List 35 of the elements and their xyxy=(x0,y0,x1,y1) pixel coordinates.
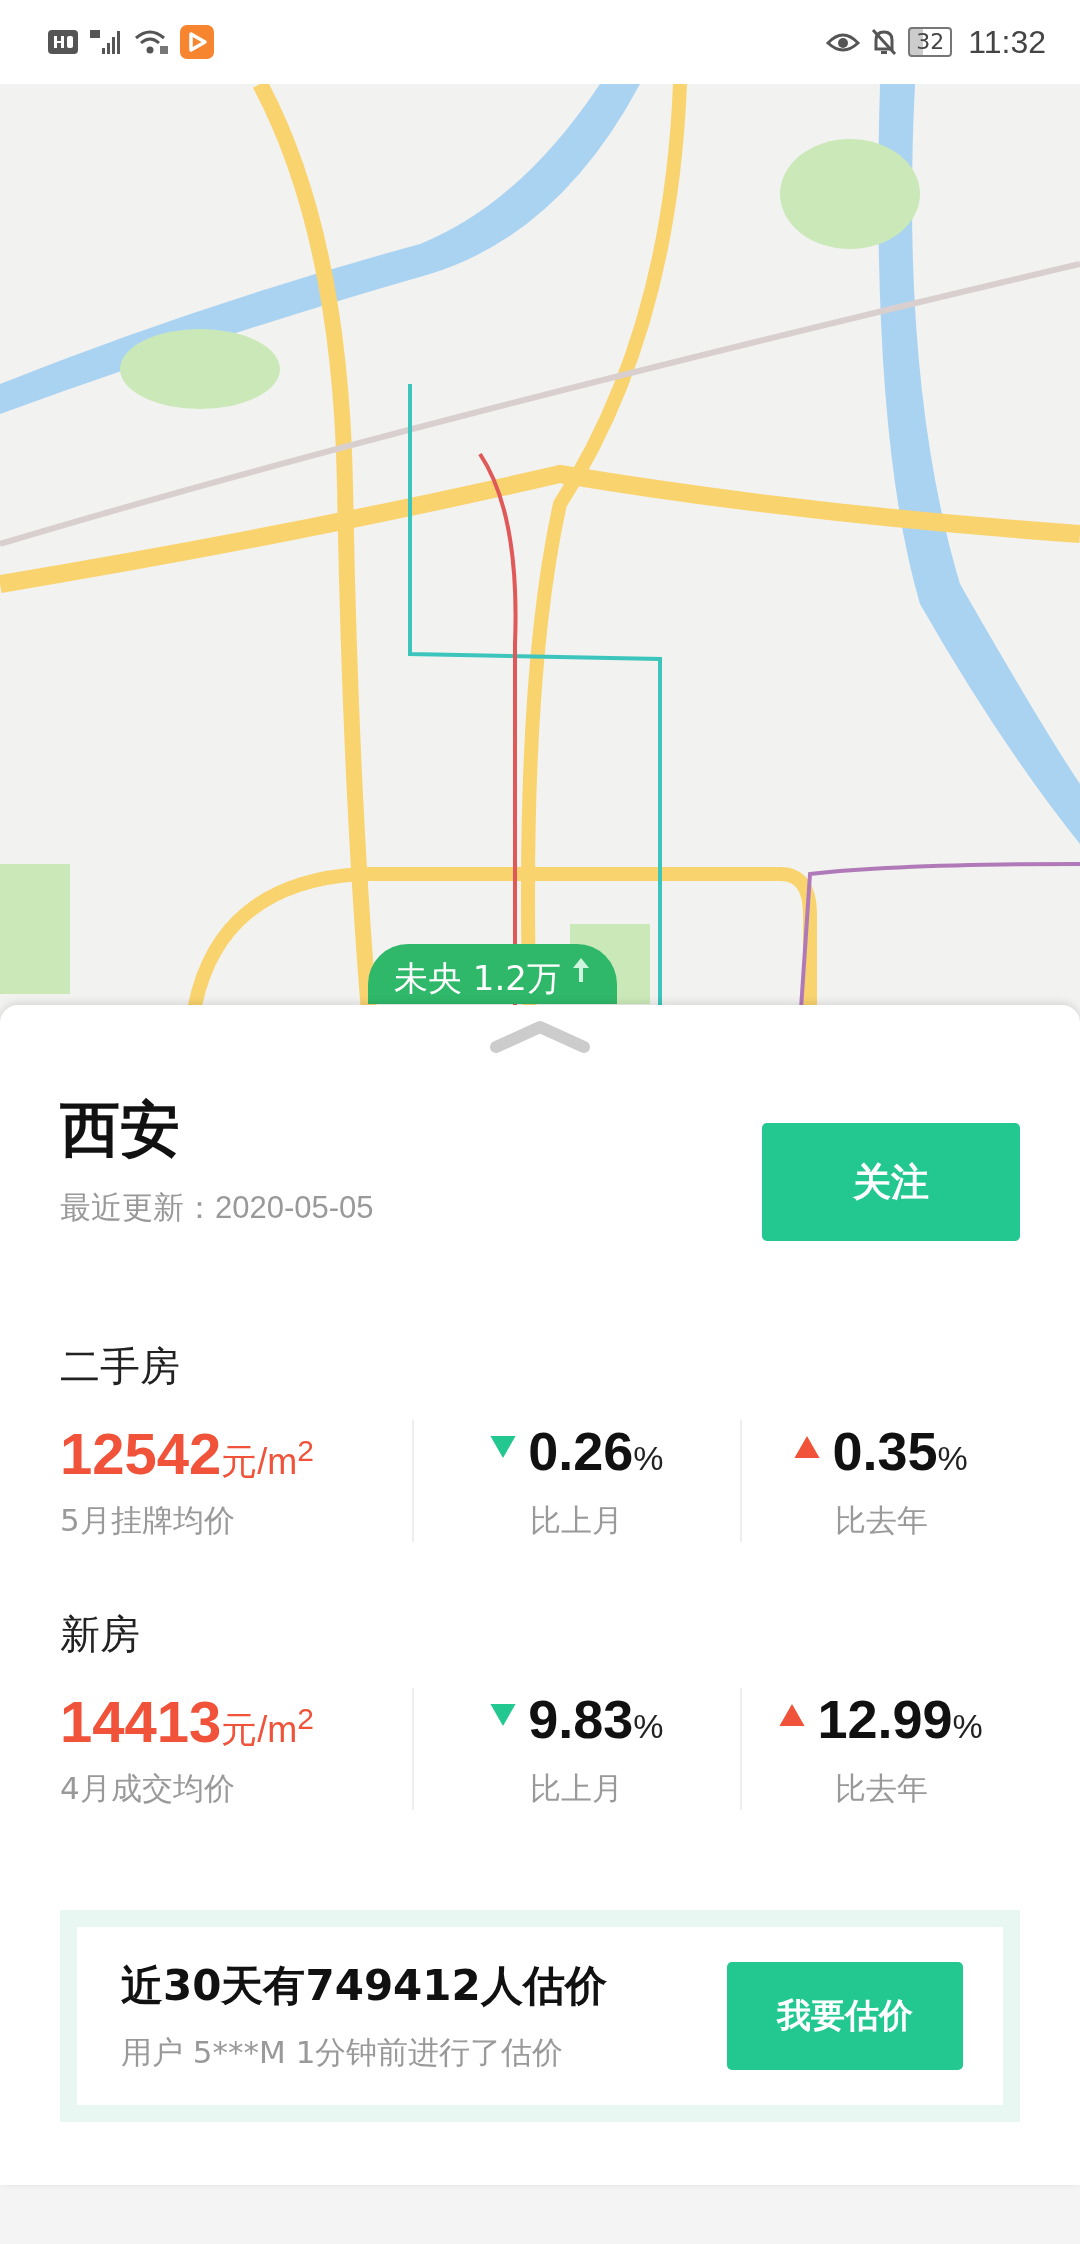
change-label: 比上月 xyxy=(530,1501,624,1540)
change-label: 比去年 xyxy=(834,1501,928,1540)
promo-subtext: 用户 5***M 1分钟前进行了估价 xyxy=(121,2033,565,2072)
handle-icon[interactable] xyxy=(488,1019,592,1053)
change-value: 12.99 xyxy=(817,1688,953,1750)
percent-sign: % xyxy=(633,1707,664,1746)
update-date: 最近更新：2020-05-05 xyxy=(60,1189,374,1227)
price-unit: 元/m$^{2}$ xyxy=(221,1702,314,1752)
change-value: 0.26 xyxy=(528,1420,634,1482)
percent-sign: % xyxy=(633,1439,664,1478)
section-title: 二手房 xyxy=(60,1342,181,1391)
arrow-up-icon xyxy=(570,956,591,982)
percent-sign: % xyxy=(937,1439,968,1478)
clock-time: 11:32 xyxy=(968,23,1046,61)
change-value: 0.35 xyxy=(832,1420,938,1482)
change-label: 比上月 xyxy=(530,1769,624,1808)
hd-icon xyxy=(48,30,78,54)
section-title: 新房 xyxy=(60,1610,141,1659)
average-price: 14413 xyxy=(60,1688,222,1755)
promo-headline: 近30天有749412人估价 xyxy=(121,1960,607,2012)
battery-indicator: 32 xyxy=(908,27,953,57)
wifi-icon xyxy=(134,28,170,56)
price-label: 5月挂牌均价 xyxy=(60,1501,236,1540)
bell-off-icon xyxy=(870,27,899,57)
change-label: 比去年 xyxy=(834,1769,928,1808)
percent-sign: % xyxy=(952,1707,983,1746)
follow-button[interactable]: 关注 xyxy=(762,1123,1020,1241)
app-icon xyxy=(180,25,214,59)
average-price: 12542 xyxy=(60,1420,222,1487)
change-value: 9.83 xyxy=(528,1688,634,1750)
price-unit: 元/m$^{2}$ xyxy=(221,1434,314,1484)
estimate-button[interactable]: 我要估价 xyxy=(727,1962,963,2070)
map-marker[interactable]: 未央 1.2万 xyxy=(368,944,617,1004)
city-title: 西安 xyxy=(60,1093,181,1165)
price-label: 4月成交均价 xyxy=(60,1769,236,1808)
